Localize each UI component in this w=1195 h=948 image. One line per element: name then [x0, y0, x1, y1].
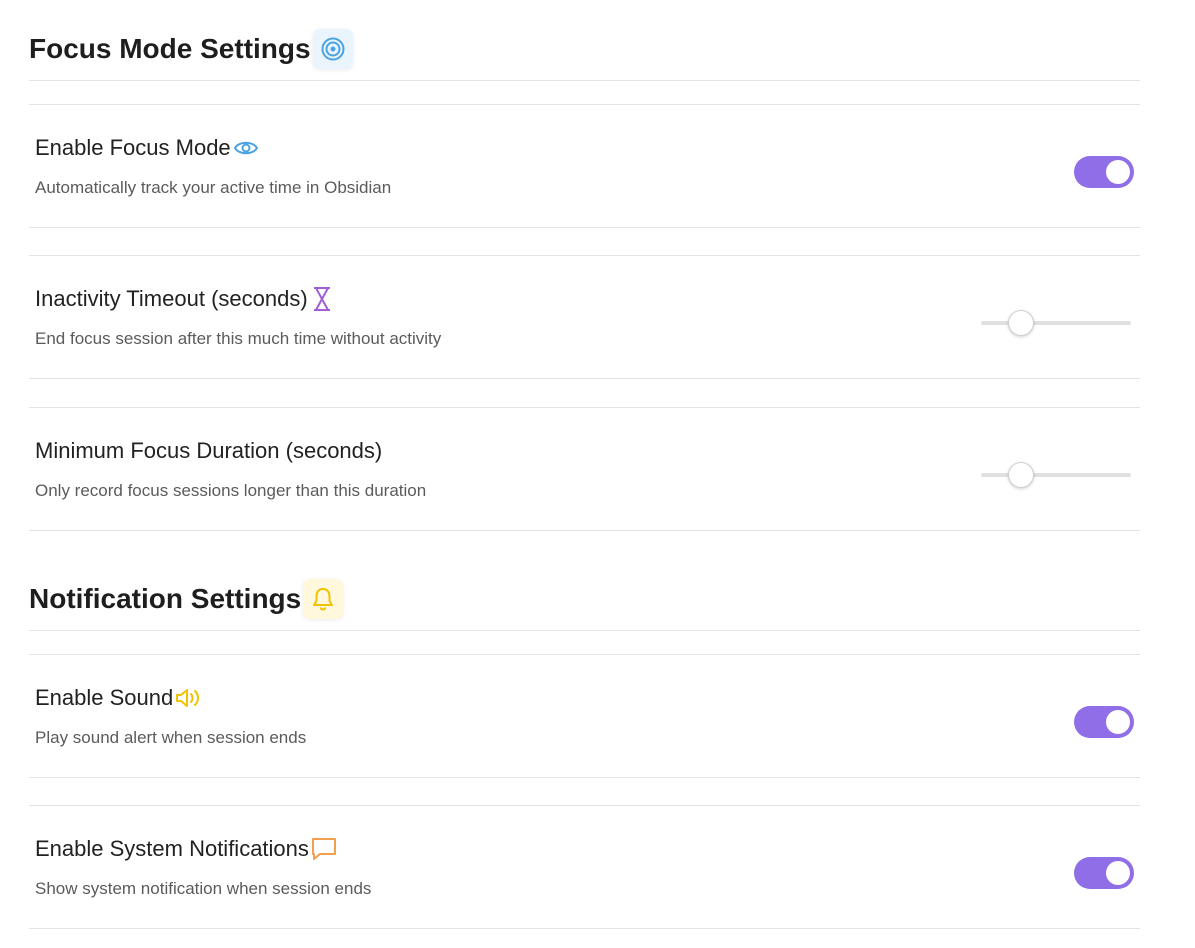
inactivity-timeout-slider[interactable] — [981, 308, 1131, 338]
setting-name-enable-system-notifications: Enable System Notifications — [35, 836, 309, 861]
eye-icon — [233, 138, 259, 158]
toggle-knob — [1106, 710, 1130, 734]
slider-thumb[interactable] — [1008, 310, 1034, 336]
target-icon — [312, 29, 353, 69]
setting-name-inactivity-timeout: Inactivity Timeout (seconds) — [35, 286, 308, 311]
notification-heading: Notification Settings — [29, 575, 1140, 631]
enable-focus-mode-toggle[interactable] — [1074, 156, 1134, 188]
message-icon — [311, 837, 337, 861]
setting-enable-system-notifications: Enable System Notifications Show system … — [29, 805, 1140, 929]
hourglass-icon — [310, 286, 334, 312]
setting-desc-enable-system-notifications: Show system notification when session en… — [35, 879, 372, 898]
focus-mode-heading-title: Focus Mode Settings — [29, 33, 311, 64]
setting-name-enable-focus-mode: Enable Focus Mode — [35, 135, 231, 160]
setting-enable-sound: Enable Sound Play sound alert when sessi… — [29, 654, 1140, 778]
setting-minimum-focus-duration: Minimum Focus Duration (seconds) Only re… — [29, 407, 1140, 531]
setting-name-enable-sound: Enable Sound — [35, 685, 174, 710]
notification-heading-title: Notification Settings — [29, 583, 302, 614]
setting-desc-inactivity-timeout: End focus session after this much time w… — [35, 329, 442, 348]
setting-desc-enable-sound: Play sound alert when session ends — [35, 728, 307, 747]
speaker-icon — [175, 687, 203, 709]
toggle-knob — [1106, 861, 1130, 885]
slider-track — [981, 473, 1131, 477]
slider-thumb[interactable] — [1008, 462, 1034, 488]
enable-sound-toggle[interactable] — [1074, 706, 1134, 738]
settings-page: Focus Mode Settings Enable Focus Mode Au… — [0, 0, 1195, 948]
toggle-knob — [1106, 160, 1130, 184]
setting-inactivity-timeout: Inactivity Timeout (seconds) End focus s… — [29, 255, 1140, 379]
setting-name-minimum-focus-duration: Minimum Focus Duration (seconds) — [35, 438, 383, 463]
focus-mode-heading: Focus Mode Settings — [29, 25, 1140, 81]
bell-icon — [303, 579, 344, 619]
setting-enable-focus-mode: Enable Focus Mode Automatically track yo… — [29, 104, 1140, 228]
minimum-focus-duration-slider[interactable] — [981, 460, 1131, 490]
enable-system-notifications-toggle[interactable] — [1074, 857, 1134, 889]
setting-desc-minimum-focus-duration: Only record focus sessions longer than t… — [35, 481, 427, 500]
setting-desc-enable-focus-mode: Automatically track your active time in … — [35, 178, 392, 197]
slider-track — [981, 321, 1131, 325]
